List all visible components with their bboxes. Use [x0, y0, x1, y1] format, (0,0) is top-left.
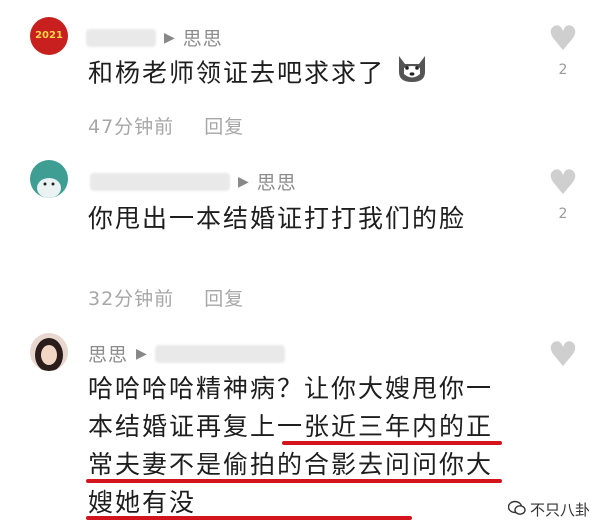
avatar[interactable]	[30, 333, 68, 371]
reply-to-name[interactable]: 思思	[257, 168, 297, 195]
comment-meta: 思思 ▶	[88, 340, 285, 367]
avatar-art	[37, 178, 61, 198]
reply-arrow-icon: ▶	[136, 345, 147, 362]
husky-emoji-icon	[395, 54, 429, 95]
like-button[interactable]: ♥	[546, 338, 580, 378]
reply-to-name[interactable]: 思思	[183, 24, 223, 51]
heart-icon: ♥	[547, 163, 579, 203]
watermark: 不只八卦	[507, 499, 590, 520]
comment-sub: 32分钟前 回复	[88, 284, 244, 311]
heart-icon: ♥	[547, 19, 579, 59]
like-button[interactable]: ♥ 2	[546, 166, 580, 222]
avatar-art	[35, 338, 63, 371]
reply-arrow-icon: ▶	[238, 173, 249, 190]
comment-sub: 47分钟前 回复	[88, 112, 244, 139]
heart-icon: ♥	[547, 335, 579, 375]
timestamp: 47分钟前	[88, 116, 175, 138]
like-count: 2	[558, 62, 568, 78]
wechat-icon	[507, 500, 526, 520]
blurred-username	[154, 344, 285, 363]
avatar[interactable]: 2021	[30, 17, 68, 55]
comment-text: 你甩出一本结婚证打打我们的脸	[88, 204, 467, 233]
comment-meta: ▶ 思思	[90, 168, 297, 195]
watermark-text: 不只八卦	[529, 501, 590, 519]
highlight-underline	[282, 441, 502, 445]
comment-text-content: 和杨老师领证去吧求求了	[88, 58, 386, 88]
reply-button[interactable]: 回复	[204, 112, 244, 139]
avatar[interactable]	[30, 160, 68, 198]
blurred-username	[90, 172, 230, 191]
blurred-username	[86, 28, 156, 47]
like-button[interactable]: ♥ 2	[546, 22, 580, 78]
comment-text: 哈哈哈哈精神病？让你大嫂甩你一本结婚证再复上一张近三年内的正常夫妻不是偷拍的合影…	[88, 374, 494, 517]
comment-meta: ▶ 思思	[86, 24, 223, 51]
avatar-label: 2021	[35, 30, 63, 41]
author-name[interactable]: 思思	[88, 340, 128, 367]
comment-text: 和杨老师领证去吧求求了	[88, 54, 518, 95]
reply-arrow-icon: ▶	[164, 29, 175, 46]
highlight-underline	[86, 479, 502, 483]
timestamp: 32分钟前	[88, 288, 175, 310]
like-count: 2	[558, 206, 568, 222]
reply-button[interactable]: 回复	[204, 284, 244, 311]
highlight-underline	[86, 516, 412, 520]
